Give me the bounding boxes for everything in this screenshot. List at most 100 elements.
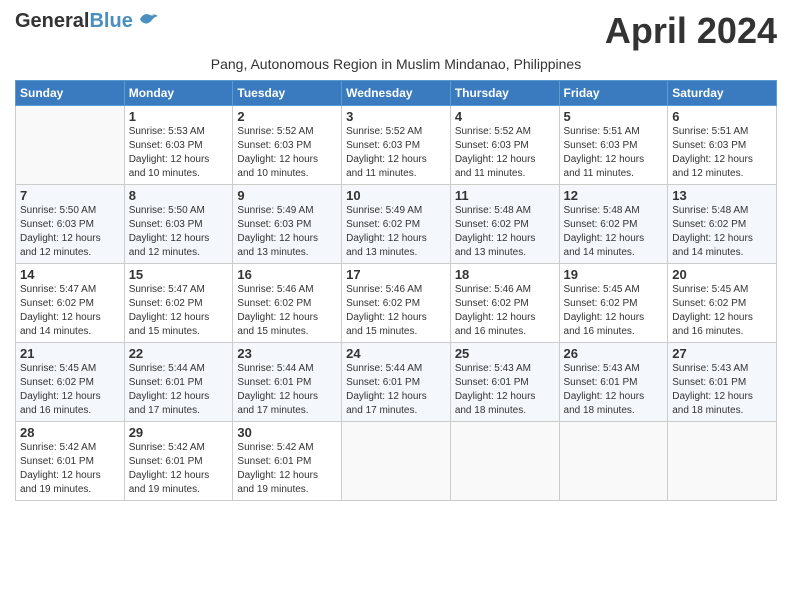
day-info: Sunrise: 5:46 AMSunset: 6:02 PMDaylight:…: [237, 283, 337, 339]
calendar-cell: 4Sunrise: 5:52 AMSunset: 6:03 PMDaylight…: [450, 106, 559, 185]
calendar-cell: 13Sunrise: 5:48 AMSunset: 6:02 PMDayligh…: [668, 185, 777, 264]
day-number: 11: [455, 188, 555, 203]
calendar-cell: [342, 422, 451, 501]
calendar-cell: 7Sunrise: 5:50 AMSunset: 6:03 PMDaylight…: [16, 185, 125, 264]
day-number: 14: [20, 267, 120, 282]
calendar-cell: [559, 422, 668, 501]
calendar-cell: 23Sunrise: 5:44 AMSunset: 6:01 PMDayligh…: [233, 343, 342, 422]
calendar-week-row: 1Sunrise: 5:53 AMSunset: 6:03 PMDaylight…: [16, 106, 777, 185]
calendar-cell: 3Sunrise: 5:52 AMSunset: 6:03 PMDaylight…: [342, 106, 451, 185]
calendar-cell: 11Sunrise: 5:48 AMSunset: 6:02 PMDayligh…: [450, 185, 559, 264]
day-number: 10: [346, 188, 446, 203]
day-info: Sunrise: 5:45 AMSunset: 6:02 PMDaylight:…: [20, 362, 120, 418]
calendar-cell: 14Sunrise: 5:47 AMSunset: 6:02 PMDayligh…: [16, 264, 125, 343]
column-header-friday: Friday: [559, 81, 668, 106]
logo-text: GeneralBlue: [15, 10, 133, 32]
logo: GeneralBlue: [15, 10, 160, 32]
day-number: 8: [129, 188, 229, 203]
day-number: 25: [455, 346, 555, 361]
day-number: 21: [20, 346, 120, 361]
calendar-table: SundayMondayTuesdayWednesdayThursdayFrid…: [15, 80, 777, 501]
day-info: Sunrise: 5:50 AMSunset: 6:03 PMDaylight:…: [20, 204, 120, 260]
day-number: 4: [455, 109, 555, 124]
calendar-week-row: 7Sunrise: 5:50 AMSunset: 6:03 PMDaylight…: [16, 185, 777, 264]
column-header-sunday: Sunday: [16, 81, 125, 106]
page-header: GeneralBlue April 2024: [15, 10, 777, 52]
day-number: 2: [237, 109, 337, 124]
calendar-cell: 26Sunrise: 5:43 AMSunset: 6:01 PMDayligh…: [559, 343, 668, 422]
day-info: Sunrise: 5:42 AMSunset: 6:01 PMDaylight:…: [129, 441, 229, 497]
day-number: 22: [129, 346, 229, 361]
day-info: Sunrise: 5:45 AMSunset: 6:02 PMDaylight:…: [564, 283, 664, 339]
calendar-cell: 2Sunrise: 5:52 AMSunset: 6:03 PMDaylight…: [233, 106, 342, 185]
day-number: 9: [237, 188, 337, 203]
calendar-cell: 5Sunrise: 5:51 AMSunset: 6:03 PMDaylight…: [559, 106, 668, 185]
calendar-cell: 6Sunrise: 5:51 AMSunset: 6:03 PMDaylight…: [668, 106, 777, 185]
day-number: 26: [564, 346, 664, 361]
day-info: Sunrise: 5:43 AMSunset: 6:01 PMDaylight:…: [455, 362, 555, 418]
calendar-week-row: 14Sunrise: 5:47 AMSunset: 6:02 PMDayligh…: [16, 264, 777, 343]
day-info: Sunrise: 5:44 AMSunset: 6:01 PMDaylight:…: [346, 362, 446, 418]
calendar-week-row: 28Sunrise: 5:42 AMSunset: 6:01 PMDayligh…: [16, 422, 777, 501]
calendar-cell: [668, 422, 777, 501]
calendar-week-row: 21Sunrise: 5:45 AMSunset: 6:02 PMDayligh…: [16, 343, 777, 422]
calendar-cell: [450, 422, 559, 501]
column-header-wednesday: Wednesday: [342, 81, 451, 106]
day-info: Sunrise: 5:48 AMSunset: 6:02 PMDaylight:…: [672, 204, 772, 260]
day-number: 27: [672, 346, 772, 361]
day-number: 15: [129, 267, 229, 282]
day-number: 29: [129, 425, 229, 440]
logo-bird-icon: [138, 11, 160, 32]
day-info: Sunrise: 5:43 AMSunset: 6:01 PMDaylight:…: [564, 362, 664, 418]
day-info: Sunrise: 5:48 AMSunset: 6:02 PMDaylight:…: [455, 204, 555, 260]
day-number: 19: [564, 267, 664, 282]
day-number: 7: [20, 188, 120, 203]
calendar-cell: 18Sunrise: 5:46 AMSunset: 6:02 PMDayligh…: [450, 264, 559, 343]
day-number: 18: [455, 267, 555, 282]
day-info: Sunrise: 5:51 AMSunset: 6:03 PMDaylight:…: [672, 125, 772, 181]
calendar-cell: 22Sunrise: 5:44 AMSunset: 6:01 PMDayligh…: [124, 343, 233, 422]
day-info: Sunrise: 5:49 AMSunset: 6:02 PMDaylight:…: [346, 204, 446, 260]
day-info: Sunrise: 5:44 AMSunset: 6:01 PMDaylight:…: [129, 362, 229, 418]
day-number: 24: [346, 346, 446, 361]
column-header-tuesday: Tuesday: [233, 81, 342, 106]
calendar-cell: 30Sunrise: 5:42 AMSunset: 6:01 PMDayligh…: [233, 422, 342, 501]
day-info: Sunrise: 5:48 AMSunset: 6:02 PMDaylight:…: [564, 204, 664, 260]
day-number: 17: [346, 267, 446, 282]
day-info: Sunrise: 5:50 AMSunset: 6:03 PMDaylight:…: [129, 204, 229, 260]
calendar-cell: 27Sunrise: 5:43 AMSunset: 6:01 PMDayligh…: [668, 343, 777, 422]
day-info: Sunrise: 5:42 AMSunset: 6:01 PMDaylight:…: [237, 441, 337, 497]
calendar-cell: 16Sunrise: 5:46 AMSunset: 6:02 PMDayligh…: [233, 264, 342, 343]
day-info: Sunrise: 5:46 AMSunset: 6:02 PMDaylight:…: [455, 283, 555, 339]
subtitle: Pang, Autonomous Region in Muslim Mindan…: [15, 56, 777, 72]
calendar-cell: 9Sunrise: 5:49 AMSunset: 6:03 PMDaylight…: [233, 185, 342, 264]
day-number: 5: [564, 109, 664, 124]
day-number: 23: [237, 346, 337, 361]
calendar-cell: 8Sunrise: 5:50 AMSunset: 6:03 PMDaylight…: [124, 185, 233, 264]
day-info: Sunrise: 5:52 AMSunset: 6:03 PMDaylight:…: [455, 125, 555, 181]
day-info: Sunrise: 5:45 AMSunset: 6:02 PMDaylight:…: [672, 283, 772, 339]
calendar-cell: 24Sunrise: 5:44 AMSunset: 6:01 PMDayligh…: [342, 343, 451, 422]
day-number: 20: [672, 267, 772, 282]
calendar-cell: 15Sunrise: 5:47 AMSunset: 6:02 PMDayligh…: [124, 264, 233, 343]
calendar-cell: 29Sunrise: 5:42 AMSunset: 6:01 PMDayligh…: [124, 422, 233, 501]
calendar-header-row: SundayMondayTuesdayWednesdayThursdayFrid…: [16, 81, 777, 106]
calendar-cell: [16, 106, 125, 185]
calendar-cell: 21Sunrise: 5:45 AMSunset: 6:02 PMDayligh…: [16, 343, 125, 422]
calendar-cell: 25Sunrise: 5:43 AMSunset: 6:01 PMDayligh…: [450, 343, 559, 422]
calendar-cell: 10Sunrise: 5:49 AMSunset: 6:02 PMDayligh…: [342, 185, 451, 264]
column-header-monday: Monday: [124, 81, 233, 106]
day-info: Sunrise: 5:53 AMSunset: 6:03 PMDaylight:…: [129, 125, 229, 181]
day-info: Sunrise: 5:43 AMSunset: 6:01 PMDaylight:…: [672, 362, 772, 418]
day-number: 6: [672, 109, 772, 124]
day-info: Sunrise: 5:47 AMSunset: 6:02 PMDaylight:…: [129, 283, 229, 339]
day-info: Sunrise: 5:49 AMSunset: 6:03 PMDaylight:…: [237, 204, 337, 260]
day-info: Sunrise: 5:44 AMSunset: 6:01 PMDaylight:…: [237, 362, 337, 418]
day-info: Sunrise: 5:42 AMSunset: 6:01 PMDaylight:…: [20, 441, 120, 497]
calendar-cell: 12Sunrise: 5:48 AMSunset: 6:02 PMDayligh…: [559, 185, 668, 264]
day-info: Sunrise: 5:47 AMSunset: 6:02 PMDaylight:…: [20, 283, 120, 339]
day-number: 12: [564, 188, 664, 203]
calendar-cell: 1Sunrise: 5:53 AMSunset: 6:03 PMDaylight…: [124, 106, 233, 185]
calendar-cell: 28Sunrise: 5:42 AMSunset: 6:01 PMDayligh…: [16, 422, 125, 501]
day-info: Sunrise: 5:51 AMSunset: 6:03 PMDaylight:…: [564, 125, 664, 181]
